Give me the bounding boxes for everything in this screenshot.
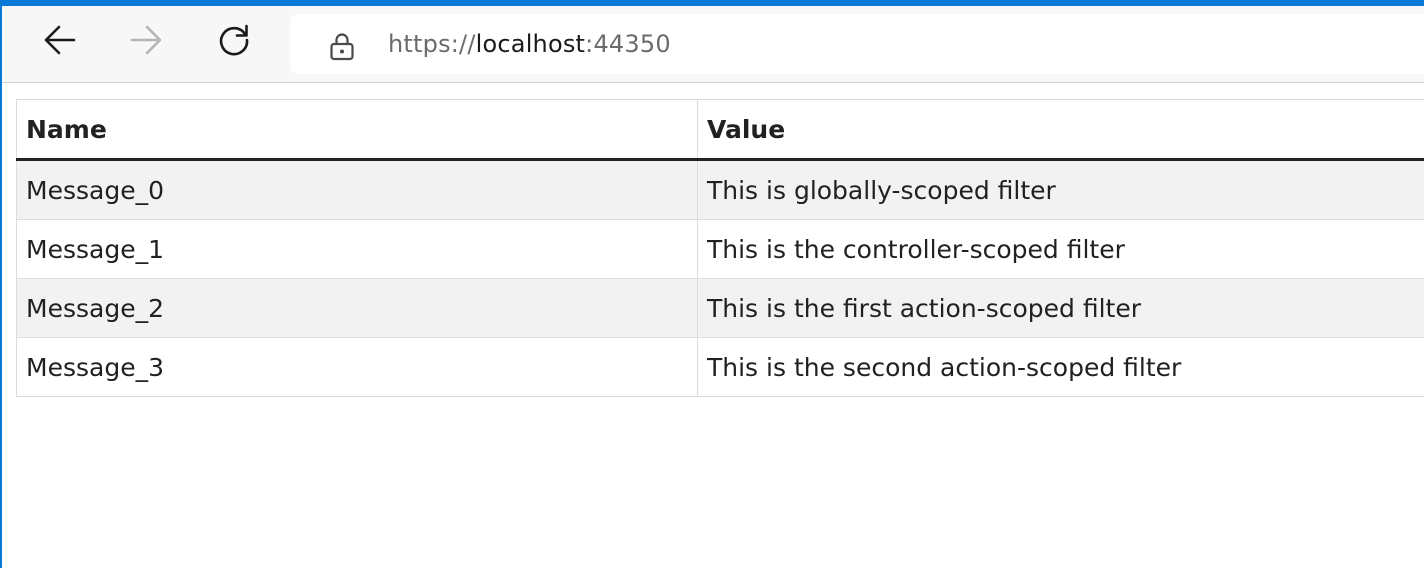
lock-icon[interactable] bbox=[328, 31, 356, 61]
cell-name: Message_1 bbox=[16, 219, 698, 279]
forward-button[interactable] bbox=[124, 18, 168, 62]
address-bar[interactable]: https://localhost:44350 bbox=[290, 14, 1424, 74]
page-content: Name Value Message_0 This is globally-sc… bbox=[16, 99, 1424, 397]
cell-value: This is the first action-scoped filter bbox=[697, 278, 1424, 338]
column-header-name: Name bbox=[16, 99, 698, 161]
url-text[interactable]: https://localhost:44350 bbox=[388, 28, 671, 60]
messages-table: Name Value Message_0 This is globally-sc… bbox=[16, 99, 1424, 397]
browser-window: https://localhost:44350 Name Value Messa… bbox=[0, 0, 1424, 568]
table-header-row: Name Value bbox=[16, 99, 1424, 161]
url-port: :44350 bbox=[585, 30, 671, 58]
cell-name: Message_2 bbox=[16, 278, 698, 338]
refresh-button[interactable] bbox=[212, 18, 256, 62]
forward-arrow-icon bbox=[130, 25, 162, 55]
cell-value: This is the second action-scoped filter bbox=[697, 337, 1424, 397]
browser-toolbar: https://localhost:44350 bbox=[2, 6, 1424, 83]
table-row: Message_3 This is the second action-scop… bbox=[16, 337, 1424, 397]
url-scheme: https:// bbox=[388, 30, 476, 58]
url-host: localhost bbox=[475, 30, 586, 58]
cell-name: Message_0 bbox=[16, 159, 698, 220]
cell-name: Message_3 bbox=[16, 337, 698, 397]
refresh-icon bbox=[219, 24, 249, 56]
table-row: Message_1 This is the controller-scoped … bbox=[16, 219, 1424, 279]
table-row: Message_0 This is globally-scoped filter bbox=[16, 159, 1424, 220]
table-row: Message_2 This is the first action-scope… bbox=[16, 278, 1424, 338]
back-button[interactable] bbox=[38, 18, 82, 62]
back-arrow-icon bbox=[44, 25, 76, 55]
cell-value: This is globally-scoped filter bbox=[697, 159, 1424, 220]
column-header-value: Value bbox=[697, 99, 1424, 161]
cell-value: This is the controller-scoped filter bbox=[697, 219, 1424, 279]
